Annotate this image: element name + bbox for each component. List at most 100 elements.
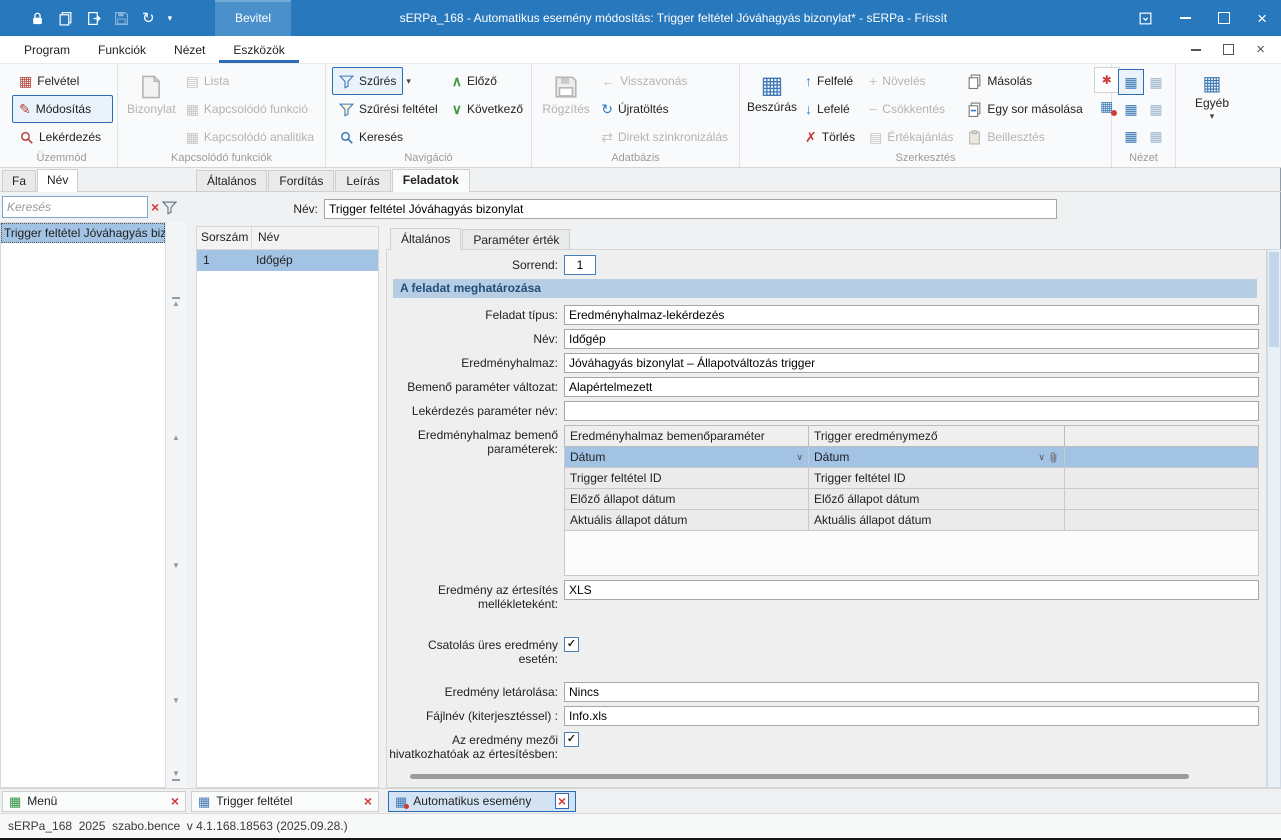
tab-nev[interactable]: Név [37,169,78,192]
scroll-down-button[interactable]: ▼ [166,562,186,570]
scroll-first-button[interactable]: ▲ [166,297,186,308]
kapcsolodo-funkcio-button[interactable]: ▦ Kapcsolódó funkció [179,95,321,123]
column-header-eredmenymezo[interactable]: Trigger eredménymező [808,425,1064,447]
scroll-page-down-button[interactable]: ▼ [166,697,186,705]
filter-icon[interactable] [162,200,177,215]
detail-tab-altalanos[interactable]: Általános [390,228,461,250]
torles-button[interactable]: ✗ Törlés [798,123,862,151]
view-mode-6-button[interactable]: ▦ [1143,123,1169,149]
save-icon[interactable] [114,11,129,26]
egyeb-button[interactable]: ▦ Egyéb ▾ [1182,67,1242,122]
copy-pages-icon[interactable] [58,11,73,26]
tab-fa[interactable]: Fa [2,170,36,191]
tab-altalanos[interactable]: Általános [196,170,267,191]
elozo-button[interactable]: ∧ Előző [445,67,530,95]
egy-sor-masolasa-button[interactable]: Egy sor másolása [960,95,1089,123]
scroll-last-button[interactable]: ▼ [166,770,186,781]
vertical-scrollbar-thumb[interactable] [1269,252,1279,347]
record-name-input[interactable] [324,199,1057,219]
lekerdezes-button[interactable]: Lekérdezés [12,123,113,151]
close-tab-icon[interactable]: × [171,794,179,808]
visszavonas-button[interactable]: ← Visszavonás [594,67,735,95]
felvetel-button[interactable]: ▦ Felvétel [12,67,113,95]
cell-dropdown-icon[interactable]: ∨ [796,453,803,462]
szuresi-feltetel-button[interactable]: Szűrési feltétel [332,95,445,123]
csokkentes-button[interactable]: − Csökkentés [862,95,960,123]
task-row[interactable]: 1 Időgép [197,250,378,271]
lista-button[interactable]: ▤ Lista [179,67,321,95]
lock-icon[interactable] [30,11,45,26]
cell-dropdown-icon[interactable]: ∨ [1038,453,1045,462]
close-tab-icon[interactable]: × [364,794,372,808]
table-row[interactable]: Dátum ∨ Dátum ∨ [564,447,1259,468]
eredmenyhalmaz-input[interactable] [564,353,1259,373]
tab-forditas[interactable]: Fordítás [268,170,334,191]
view-mode-2-button[interactable]: ▦ [1143,69,1169,95]
table-row[interactable]: Aktuális állapot dátum Aktuális állapot … [564,510,1259,531]
nev-input[interactable] [564,329,1259,349]
detail-tab-parameter-ertek[interactable]: Paraméter érték [462,229,570,249]
ujratoltes-button[interactable]: ↻ Újratöltés [594,95,735,123]
titlebar-tab-bevitel[interactable]: Bevitel [215,0,291,36]
csatolas-checkbox[interactable]: ✓ [564,637,579,652]
close-tab-icon[interactable]: × [555,793,569,809]
bemeno-valtozat-input[interactable] [564,377,1259,397]
paperclip-icon[interactable] [1048,451,1059,464]
letarolas-input[interactable] [564,682,1259,702]
masolas-button[interactable]: Másolás [960,67,1089,95]
bottom-tab-menu[interactable]: ▦ Menü × [2,791,186,812]
mdi-minimize-button[interactable] [1191,49,1201,51]
close-button[interactable]: × [1257,10,1267,27]
tab-feladatok[interactable]: Feladatok [392,169,470,192]
view-mode-5-button[interactable]: ▦ [1118,123,1144,149]
bottom-tab-automatikus-esemeny[interactable]: ▦ Automatikus esemény × [388,791,576,812]
beillesztes-button[interactable]: Beillesztés [960,123,1089,151]
lekerdezes-param-input[interactable] [564,401,1259,421]
column-header-bemenoparameter[interactable]: Eredményhalmaz bemenőparaméter [564,425,808,447]
kapcsolodo-analitika-button[interactable]: ▦ Kapcsolódó analitika [179,123,321,151]
view-mode-3-button[interactable]: ▦ [1118,96,1144,122]
minimize-button[interactable] [1180,17,1191,19]
qat-dropdown-icon[interactable]: ▾ [168,14,173,23]
table-row[interactable]: Előző állapot dátum Előző állapot dátum [564,489,1259,510]
horizontal-scrollbar-thumb[interactable] [410,774,1189,779]
fajlnev-input[interactable] [564,706,1259,726]
modositas-button[interactable]: ✎ Módosítás [12,95,113,123]
window-dock-icon[interactable] [1138,11,1153,26]
menu-program[interactable]: Program [10,36,84,63]
mdi-maximize-button[interactable] [1223,44,1234,55]
menu-funkciok[interactable]: Funkciók [84,36,160,63]
list-item[interactable]: Trigger feltétel Jóváhagyás bizonylat [1,223,165,243]
view-mode-4-button[interactable]: ▦ [1143,96,1169,122]
sorrend-input[interactable] [564,255,596,275]
mdi-close-button[interactable]: × [1256,42,1265,57]
direkt-szinkronizalas-button[interactable]: ⇄ Direkt szinkronizálás [594,123,735,151]
menu-nezet[interactable]: Nézet [160,36,219,63]
noveles-button[interactable]: + Növelés [862,67,960,95]
vertical-scrollbar[interactable] [1267,249,1281,788]
bottom-tab-trigger-feltetel[interactable]: ▦ Trigger feltétel × [191,791,379,812]
scroll-up-button[interactable]: ▲ [166,434,186,442]
felfele-button[interactable]: ↑ Felfelé [798,67,862,95]
ertekajanlas-button[interactable]: ▤ Értékajánlás [862,123,960,151]
menu-eszkozok[interactable]: Eszközök [219,36,298,63]
bizonylat-button[interactable]: Bizonylat [124,67,179,151]
feladat-tipus-input[interactable] [564,305,1259,325]
hivatkozas-checkbox[interactable]: ✓ [564,732,579,747]
column-header-sorszam[interactable]: Sorszám [197,227,252,249]
column-header-nev[interactable]: Név [252,227,378,249]
beszuras-button[interactable]: ▦ Beszúrás [746,67,798,151]
tab-leiras[interactable]: Leírás [335,170,390,191]
rogzites-button[interactable]: Rögzítés [538,67,594,151]
ertesites-melleklet-input[interactable] [564,580,1259,600]
kereses-button[interactable]: Keresés [332,123,445,151]
szures-dropdown-icon[interactable]: ▾ [406,77,411,86]
view-mode-1-button[interactable]: ▦ [1118,69,1144,95]
lefele-button[interactable]: ↓ Lefelé [798,95,862,123]
clear-search-icon[interactable]: × [151,200,159,214]
kovetkezo-button[interactable]: ∨ Következő [445,95,530,123]
maximize-button[interactable] [1218,12,1230,24]
search-input[interactable] [2,196,148,218]
refresh-icon[interactable]: ↻ [142,11,155,26]
table-row[interactable]: Trigger feltétel ID Trigger feltétel ID [564,468,1259,489]
